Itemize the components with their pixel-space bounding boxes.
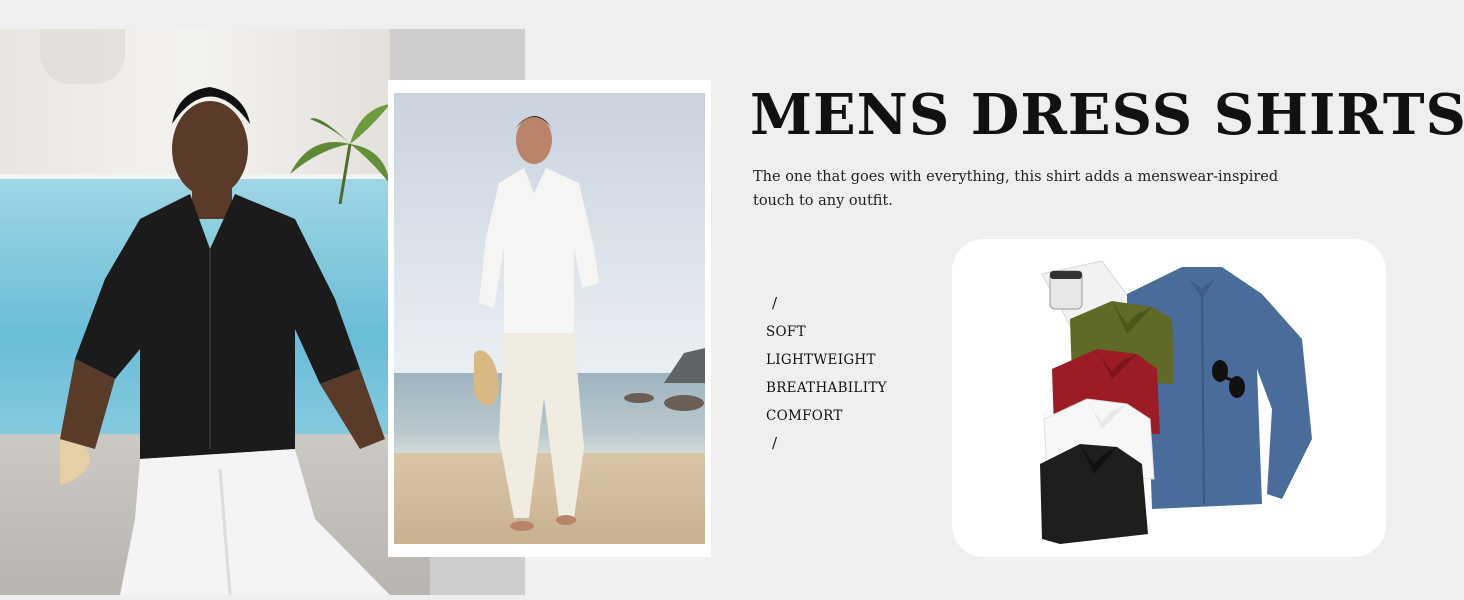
lifestyle-photo-beach (388, 80, 711, 557)
feature-list: SOFT LIGHTWEIGHT BREATHABILITY COMFORT (766, 318, 887, 430)
feature-divider-top: / (772, 294, 778, 312)
feature-divider-bottom: / (772, 434, 778, 452)
product-description: The one that goes with everything, this … (753, 169, 1279, 209)
feature-item-breathability: BREATHABILITY (766, 380, 887, 396)
page-title: MENS DRESS SHIRTS (750, 82, 1464, 148)
feature-item-soft: SOFT (766, 324, 806, 340)
shirt-colors-card (952, 239, 1386, 557)
feature-item-lightweight: LIGHTWEIGHT (766, 352, 876, 368)
folded-shirts-image (1040, 260, 1312, 544)
model-white-shirt (474, 116, 599, 531)
model-black-shirt (60, 87, 390, 595)
feature-item-comfort: COMFORT (766, 408, 843, 424)
